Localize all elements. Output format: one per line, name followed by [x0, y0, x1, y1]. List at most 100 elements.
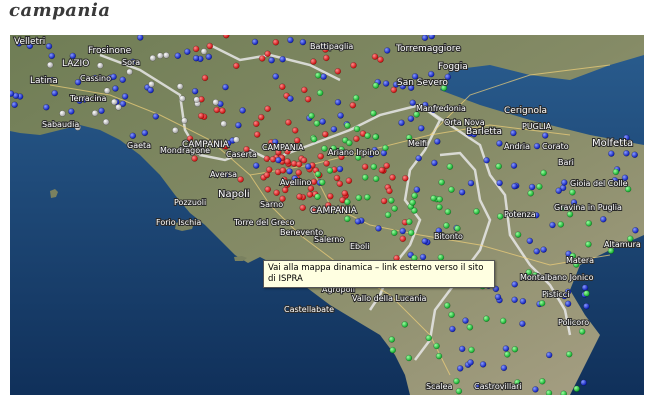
map-label-barletta: Cerignola [504, 106, 547, 116]
marker-red [317, 153, 324, 160]
map-canvas[interactable]: Velletri Frosinone LAZIO Latina Cassino … [10, 35, 644, 395]
marker-green [384, 211, 392, 219]
marker-blue [608, 150, 615, 157]
marker-green [344, 122, 351, 129]
map-label-castellabate: Castellabate [284, 305, 334, 314]
marker-red [323, 54, 330, 62]
marker-green [566, 210, 574, 218]
marker-green [314, 193, 321, 200]
marker-green [391, 229, 398, 237]
marker-red [378, 166, 386, 174]
marker-red [296, 193, 303, 200]
marker-green [321, 145, 328, 152]
marker-blue [600, 216, 607, 223]
marker-green [344, 215, 351, 223]
marker-blue [467, 359, 474, 366]
marker-red [389, 174, 396, 181]
marker-green [370, 110, 377, 117]
marker-blue [110, 73, 117, 81]
marker-green [326, 167, 334, 174]
marker-blue [496, 179, 503, 187]
marker-red [213, 106, 221, 114]
map-label-altamura: Gravina in Puglia [554, 203, 622, 212]
map-tooltip: Vai alla mappa dinamica – link esterno v… [263, 260, 495, 288]
marker-grey [46, 61, 54, 69]
marker-blue [129, 132, 137, 140]
marker-green [318, 179, 326, 186]
map-label-campania-1: CAMPANIA [182, 140, 230, 150]
map-label-torre-greco: Torre del Greco [233, 218, 295, 227]
map-label-caserta: Caserta [226, 150, 257, 159]
marker-grey [111, 98, 118, 106]
marker-green [409, 199, 416, 206]
marker-green [370, 163, 378, 171]
marker-red [323, 160, 330, 167]
marker-green [364, 193, 371, 201]
marker-blue [458, 345, 466, 353]
marker-blue [555, 187, 562, 194]
marker-grey [115, 104, 122, 111]
map-label-sarno: Sarno [260, 200, 283, 209]
marker-blue [191, 87, 199, 95]
marker-blue [10, 90, 15, 97]
marker-blue [334, 99, 342, 106]
marker-grey [220, 120, 227, 128]
marker-red [233, 62, 240, 70]
marker-blue [511, 296, 518, 304]
marker-red [399, 235, 407, 243]
marker-green [557, 221, 565, 228]
marker-red [390, 86, 398, 94]
marker-red [285, 119, 292, 126]
marker-green [453, 377, 460, 385]
marker-green [314, 170, 322, 178]
marker-green [569, 189, 576, 196]
marker-grey [181, 117, 188, 124]
marker-red [295, 161, 303, 168]
map-label-scalea: Scalea [426, 382, 453, 391]
map-label-andria: PUGLIA [522, 122, 552, 131]
marker-red [258, 55, 266, 62]
marker-grey [103, 87, 111, 94]
marker-red [383, 162, 390, 169]
map-label-forio: Forio Ischia [156, 218, 201, 227]
marker-blue [496, 140, 503, 147]
marker-green [455, 387, 463, 395]
marker-green [527, 190, 534, 197]
marker-blue [519, 297, 527, 305]
marker-blue [510, 129, 517, 137]
marker-red [192, 45, 200, 53]
marker-green [514, 231, 522, 238]
marker-green [353, 125, 361, 133]
map-label-battipaglia: Salerno [314, 235, 344, 244]
marker-green [496, 213, 504, 220]
marker-blue [141, 129, 149, 137]
marker-blue [268, 56, 275, 64]
marker-green [382, 144, 389, 152]
marker-grey [200, 48, 208, 55]
map-label-lazio: LAZIO [62, 59, 89, 69]
marker-green [443, 222, 450, 229]
marker-blue [413, 186, 421, 193]
marker-grey [179, 95, 186, 102]
marker-blue [152, 113, 160, 120]
marker-red [264, 186, 272, 193]
marker-blue [287, 36, 294, 44]
marker-blue [11, 101, 18, 109]
map-label-frosinone: Frosinone [88, 46, 132, 56]
marker-blue [427, 70, 435, 78]
marker-blue [319, 118, 326, 125]
marker-green [433, 342, 440, 350]
marker-grey [149, 54, 157, 62]
map-link-image[interactable]: Velletri Frosinone LAZIO Latina Cassino … [10, 35, 644, 395]
marker-blue [112, 85, 119, 92]
marker-blue [541, 132, 549, 139]
marker-blue [511, 182, 518, 190]
marker-red [299, 204, 306, 211]
marker-blue [119, 76, 126, 84]
marker-green [316, 89, 324, 97]
marker-red [402, 174, 409, 182]
marker-grey [233, 136, 240, 143]
marker-blue [222, 83, 229, 91]
marker-blue [286, 167, 293, 175]
marker-green [504, 351, 511, 358]
